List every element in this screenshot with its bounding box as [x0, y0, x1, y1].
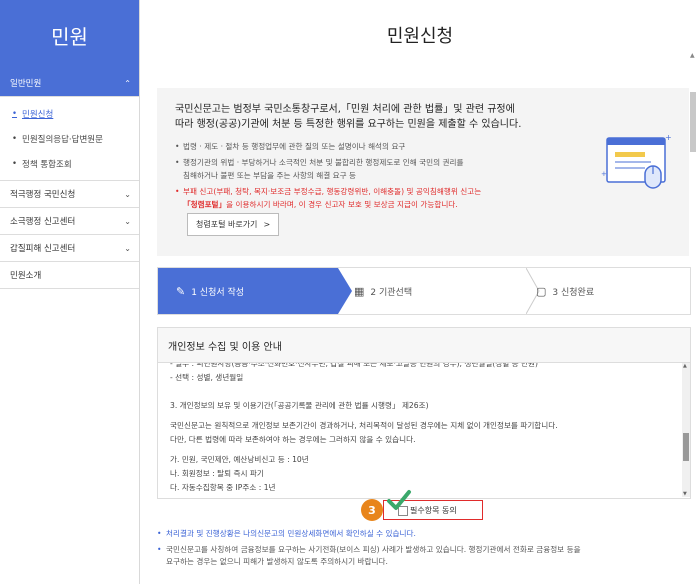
scrollbar-thumb[interactable]: [690, 92, 696, 152]
notice-box: 국민신문고는 범정부 국민소통창구로서,「민원 처리에 관한 법률」및 관련 규…: [157, 88, 689, 256]
privacy-line: - 필수 : 피민원사항(공공·주소·전화번호·전자우편, 갑질 피해 또는 제…: [170, 363, 538, 368]
sidebar-item-label: 민원소개: [10, 271, 42, 281]
sidebar-item-intro[interactable]: 민원소개: [0, 262, 139, 289]
document-check-icon: ▢: [536, 284, 547, 298]
sidebar-sub-label: 정책 통합조회: [22, 159, 72, 170]
sidebar-item-passive-admin[interactable]: 소극행정 신고센터 ⌄: [0, 208, 139, 235]
privacy-text[interactable]: - 필수 : 피민원사항(공공·주소·전화번호·전자우편, 갑질 피해 또는 제…: [158, 363, 678, 497]
notice-lead-line: 따라 행정(공공)기관에 처분 등 특정한 행위를 요구하는 민원을 제출할 수…: [175, 119, 522, 130]
footer-note: 국민신문고를 사칭하여 금융정보를 요구하는 사기전화(보이스 피싱) 사례가 …: [157, 544, 697, 568]
sidebar-item-general[interactable]: 일반민원 ⌃: [0, 70, 139, 97]
sidebar-title: 민원: [0, 0, 139, 70]
notice-bullet: 행정기관의 위법 · 부당하거나 소극적인 처분 및 불합리한 행정제도로 인해…: [175, 156, 565, 182]
notice-lead: 국민신문고는 범정부 국민소통창구로서,「민원 처리에 관한 법률」및 관련 규…: [175, 102, 605, 132]
step-complete: ▢ 3 신청완료: [536, 268, 686, 314]
sidebar-item-gapjil[interactable]: 갑질피해 신고센터 ⌄: [0, 235, 139, 262]
notice-list: 법령 · 제도 · 절차 등 행정업무에 관한 질의 또는 설명이나 해석의 요…: [175, 140, 565, 214]
page-title: 민원신청: [386, 26, 454, 47]
footer-notes: 처리결과 및 진행상황은 나의신문고의 민원상세화면에서 확인하실 수 있습니다…: [157, 528, 697, 572]
step-label: 3 신청완료: [552, 287, 595, 298]
sidebar-item-label: 적극행정 국민신청: [10, 190, 76, 200]
checkmark-icon: [387, 490, 411, 510]
document-illustration-icon: + +: [601, 133, 672, 189]
sidebar-submenu: • 민원신청 • 민원질의응답·답변원문 • 정책 통합조회: [0, 97, 139, 181]
page-scrollbar[interactable]: ▲: [690, 52, 696, 292]
chevron-down-icon: ⌄: [124, 216, 131, 226]
step-arrow: [338, 268, 352, 314]
step-label: 2 기관선택: [370, 287, 413, 298]
scroll-down-icon[interactable]: ▼: [683, 491, 687, 497]
portal-name: 「청렴포털」: [183, 200, 227, 209]
pencil-icon: ✎: [176, 284, 186, 298]
notice-lead-line: 국민신문고는 범정부 국민소통창구로서,「민원 처리에 관한 법률」및 관련 규…: [175, 104, 515, 115]
privacy-line: - 선택 : 성별, 생년월일: [170, 373, 244, 382]
footer-note: 처리결과 및 진행상황은 나의신문고의 민원상세화면에서 확인하실 수 있습니다…: [157, 528, 697, 540]
step-agency: ▦ 2 기관선택: [354, 268, 534, 314]
privacy-line: [170, 385, 666, 399]
scroll-up-icon[interactable]: ▲: [690, 52, 695, 59]
bullet-icon: •: [12, 133, 18, 144]
notice-bullet: 법령 · 제도 · 절차 등 행정업무에 관한 질의 또는 설명이나 해석의 요…: [175, 140, 565, 153]
scrollbar-thumb[interactable]: [683, 433, 689, 461]
sidebar: 민원 일반민원 ⌃ • 민원신청 • 민원질의응답·답변원문 • 정책 통합조회…: [0, 0, 140, 584]
privacy-line: 다. 자동수집항목 중 IP주소 : 1년: [170, 483, 276, 492]
sidebar-sub-label: 민원신청: [22, 109, 54, 120]
svg-text:+: +: [665, 133, 672, 142]
sidebar-sub-item-apply[interactable]: • 민원신청: [0, 101, 139, 126]
step-label: 1 신청서 작성: [191, 287, 245, 298]
chevron-right-icon: >: [263, 220, 271, 229]
chevron-up-icon: ⌃: [124, 78, 131, 88]
chevron-down-icon: ⌄: [124, 243, 131, 253]
chevron-down-icon: ⌄: [124, 189, 131, 199]
privacy-line: 3. 개인정보의 보유 및 이용기간(「공공기록물 관리에 관한 법률 시행령」…: [170, 401, 429, 410]
step-write: ✎ 1 신청서 작성: [158, 268, 338, 314]
sidebar-item-active-admin[interactable]: 적극행정 국민신청 ⌄: [0, 181, 139, 208]
privacy-notice: 개인정보 수집 및 이용 안내 - 필수 : 피민원사항(공공·주소·전화번호·…: [157, 327, 691, 499]
notice-bullet-alert: 부패 신고(부패, 청탁, 복지·보조금 부정수급, 행동강령위반, 이해충돌)…: [175, 185, 565, 211]
privacy-line: 나. 회원정보 : 탈퇴 즉시 파기: [170, 469, 264, 478]
main-content: 민원신청 ▲ 국민신문고는 범정부 국민소통창구로서,「민원 처리에 관한 법률…: [140, 0, 700, 584]
building-icon: ▦: [354, 284, 365, 298]
scroll-up-icon[interactable]: ▲: [683, 363, 687, 369]
bullet-icon: •: [12, 108, 18, 119]
sidebar-item-label: 일반민원: [10, 79, 42, 89]
sidebar-item-label: 소극행정 신고센터: [10, 217, 76, 227]
agree-label: 필수항목 동의: [410, 505, 457, 515]
privacy-heading: 개인정보 수집 및 이용 안내: [158, 328, 690, 363]
sidebar-sub-label: 민원질의응답·답변원문: [22, 134, 103, 145]
progress-steps: ✎ 1 신청서 작성 ▦ 2 기관선택 ▢ 3 신청완료: [157, 267, 691, 315]
bullet-icon: •: [12, 158, 18, 169]
privacy-scrollbar[interactable]: ▲ ▼: [682, 363, 690, 497]
sidebar-sub-item-policy[interactable]: • 정책 통합조회: [0, 151, 139, 176]
portal-button-label: 청렴포털 바로가기: [196, 220, 258, 229]
sidebar-sub-item-qna[interactable]: • 민원질의응답·답변원문: [0, 126, 139, 151]
privacy-line: 가. 민원, 국민제안, 예산낭비신고 등 : 10년: [170, 455, 309, 464]
portal-link-button[interactable]: 청렴포털 바로가기 >: [187, 213, 280, 236]
sidebar-item-label: 갑질피해 신고센터: [10, 244, 76, 254]
step-number-badge: 3: [361, 499, 383, 521]
svg-text:+: +: [601, 170, 607, 178]
privacy-line: 다만, 다른 법령에 따라 보존하여야 하는 경우에는 그러하지 않을 수 있습…: [170, 435, 416, 444]
privacy-line: 국민신문고는 원칙적으로 개인정보 보존기간이 경과하거나, 처리목적이 달성된…: [170, 421, 558, 430]
